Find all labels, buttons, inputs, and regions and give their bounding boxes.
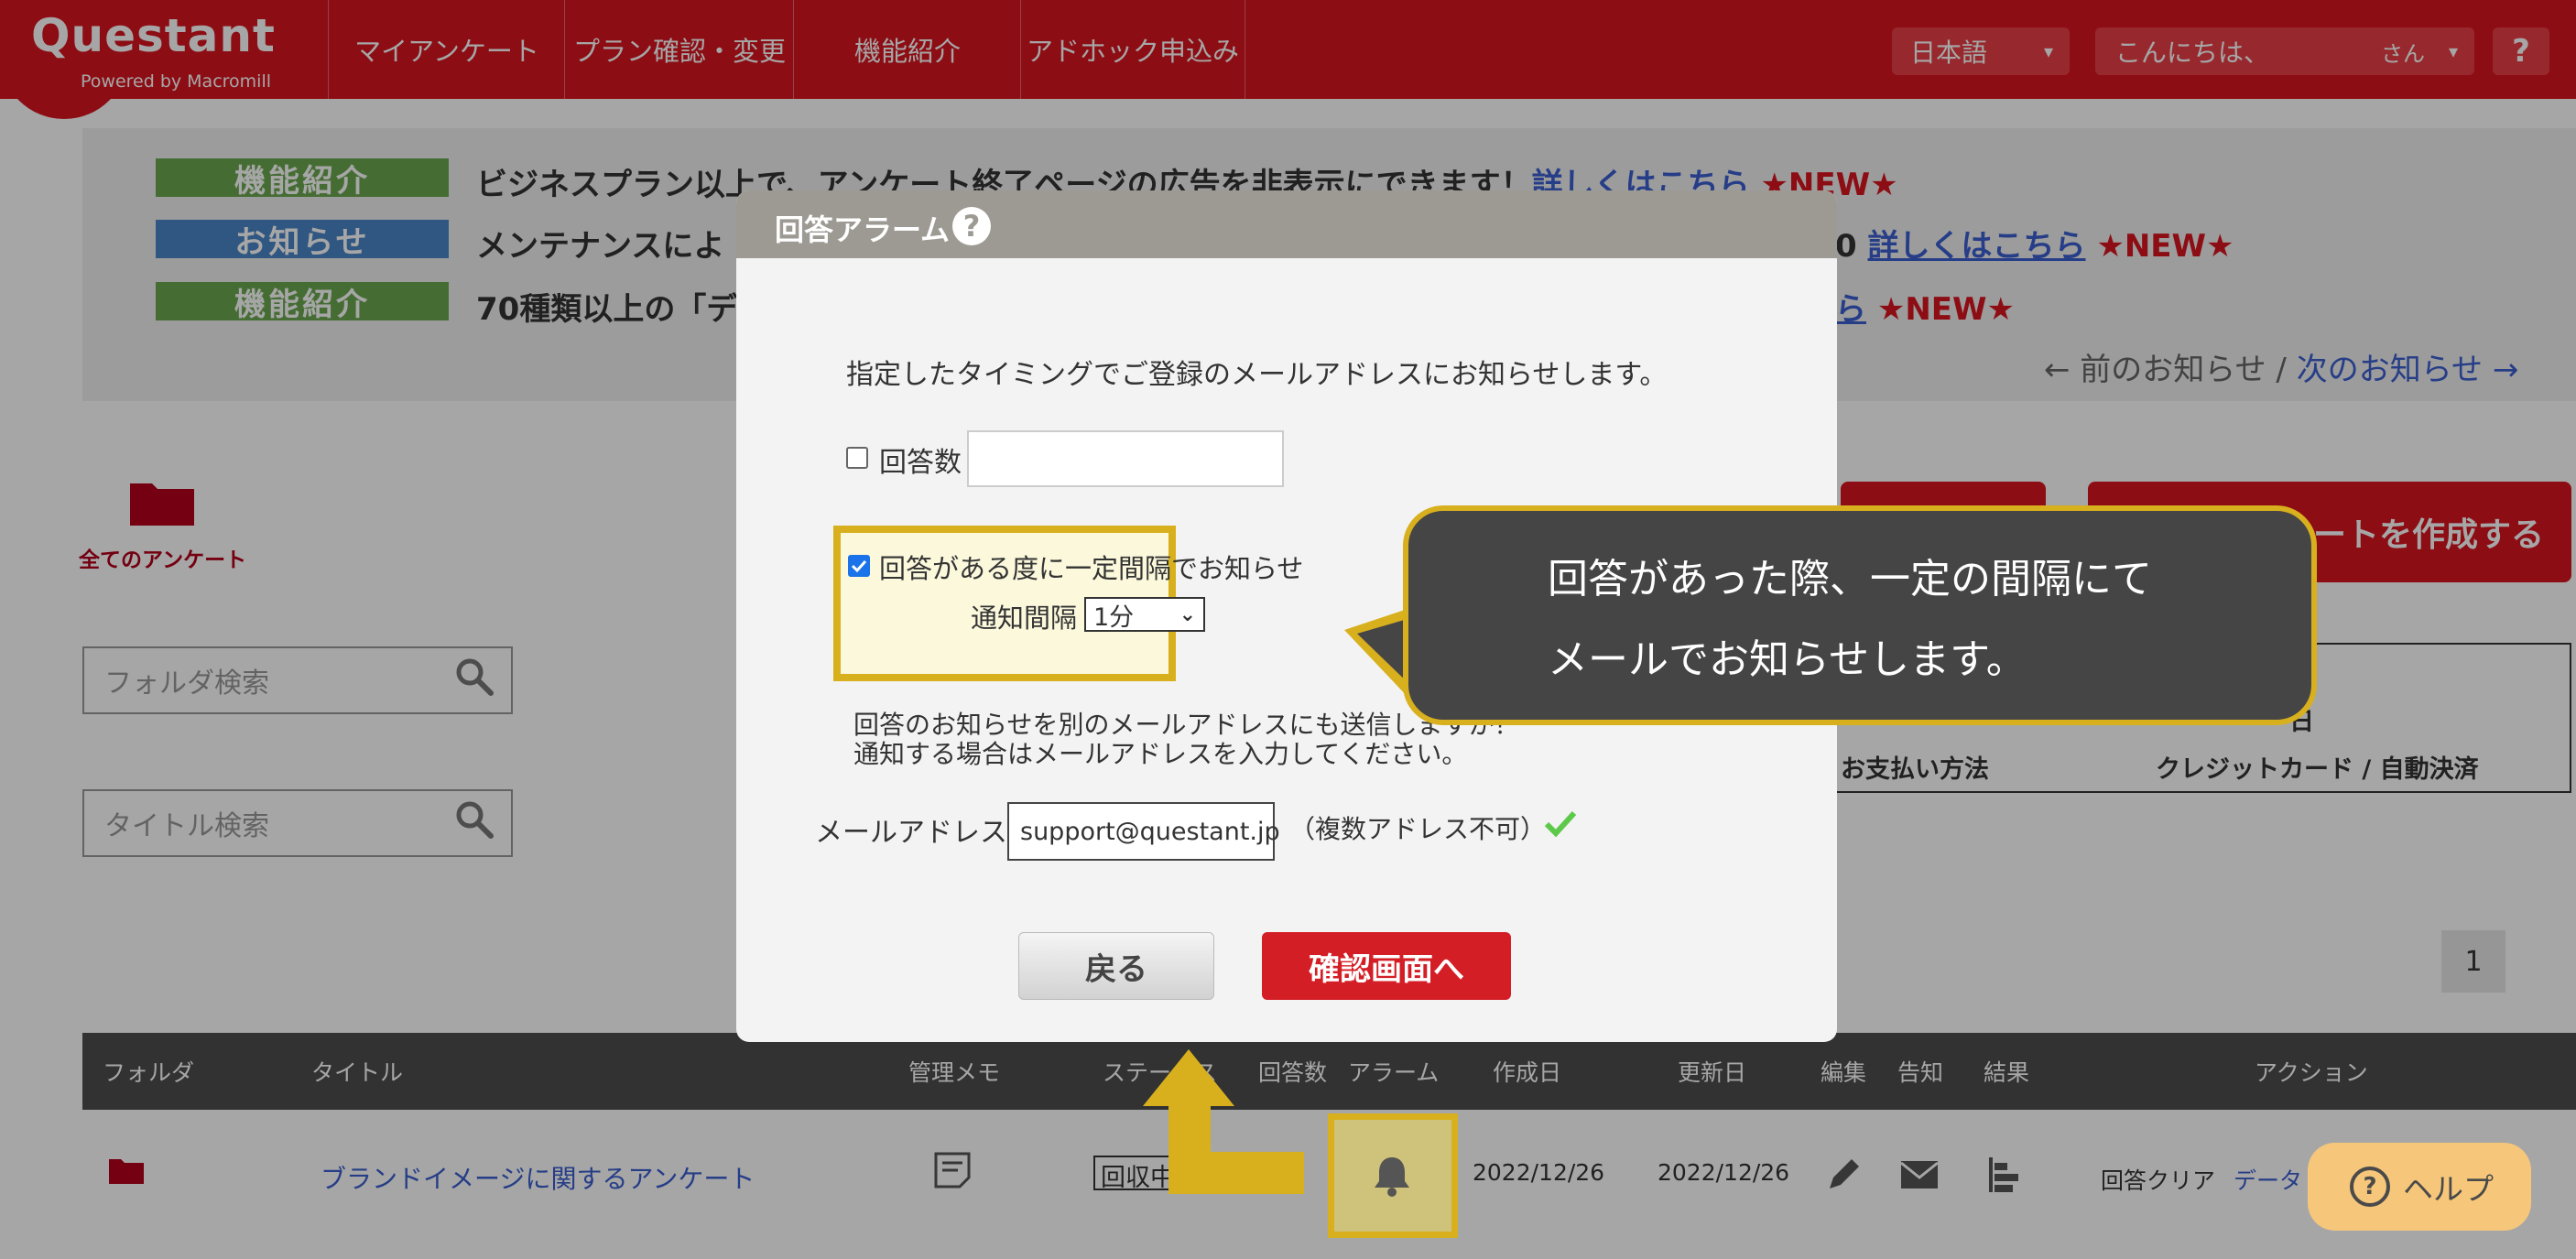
other-email-line2: 通知する場合はメールアドレスを入力してください。 bbox=[853, 739, 1468, 769]
pointer-arrow bbox=[1143, 1049, 1308, 1199]
interval-select-value: 1分 bbox=[1093, 602, 1135, 632]
interval-select[interactable]: 1分 ⌄ bbox=[1084, 597, 1205, 632]
dialog-description: 指定したタイミングでご登録のメールアドレスにお知らせします。 bbox=[846, 359, 1668, 391]
interval-checkbox[interactable] bbox=[848, 555, 870, 577]
interval-option-label: 回答がある度に一定間隔でお知らせ bbox=[879, 553, 1304, 584]
checkmark-icon bbox=[1544, 809, 1577, 841]
email-field[interactable]: support@questant.jp bbox=[1007, 802, 1280, 861]
help-icon[interactable]: ? bbox=[952, 207, 991, 245]
question-icon: ? bbox=[2350, 1167, 2390, 1207]
chevron-down-icon: ⌄ bbox=[1179, 602, 1196, 626]
email-label: メールアドレス bbox=[815, 817, 1007, 849]
callout-line2: メールでお知らせします。 bbox=[1548, 636, 2027, 683]
help-label: ヘルプ bbox=[2403, 1171, 2494, 1207]
callout-line1: 回答があった際、一定の間隔にて bbox=[1548, 556, 2152, 602]
bell-icon[interactable] bbox=[1372, 1154, 1412, 1201]
response-count-checkbox[interactable] bbox=[846, 447, 868, 469]
confirm-button[interactable]: 確認画面へ bbox=[1262, 932, 1511, 1000]
response-count-input[interactable] bbox=[967, 430, 1284, 487]
back-button[interactable]: 戻る bbox=[1018, 932, 1214, 1000]
callout-bubble bbox=[1403, 505, 2317, 725]
dialog-title: 回答アラーム bbox=[775, 212, 951, 247]
floating-help-button[interactable]: ? ヘルプ bbox=[2308, 1143, 2531, 1231]
email-value: support@questant.jp bbox=[1020, 817, 1280, 846]
email-note: （複数アドレス不可） bbox=[1289, 814, 1547, 844]
response-count-label: 回答数 bbox=[879, 447, 962, 479]
interval-field-label: 通知間隔 bbox=[971, 602, 1078, 634]
other-email-prompt: 回答のお知らせを別のメールアドレスにも送信しますか？ 通知する場合はメールアドレ… bbox=[853, 711, 1519, 769]
